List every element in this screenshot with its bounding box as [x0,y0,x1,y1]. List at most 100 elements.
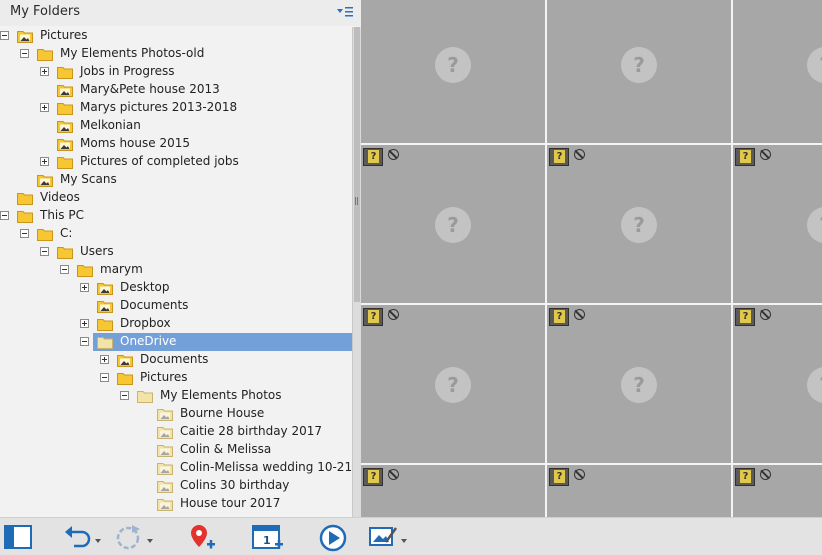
collapse-icon[interactable] [20,49,29,58]
folder-icon [117,371,133,385]
tree-scrollbar-thumb[interactable] [354,27,360,302]
tree-item[interactable]: Colin-Melissa wedding 10-21-... [0,459,352,477]
undo-button[interactable] [62,523,104,551]
missing-media-thumb-icon[interactable] [549,468,569,486]
missing-media-thumb-icon[interactable] [549,308,569,326]
tree-item[interactable]: Colin & Melissa [0,441,352,459]
panel-toggle-button[interactable] [3,523,33,551]
offline-icon [574,149,585,160]
panel-title: My Folders [10,4,80,19]
instant-fix-button[interactable] [368,523,410,551]
tree-item[interactable]: marym [0,261,352,279]
expand-icon[interactable] [100,355,109,364]
tree-item[interactable]: Bourne House [0,405,352,423]
collapse-icon[interactable] [20,229,29,238]
missing-media-thumb-icon[interactable] [363,308,383,326]
collapse-icon[interactable] [80,337,89,346]
tree-item[interactable]: Jobs in Progress [0,63,352,81]
media-thumbnail[interactable] [733,465,822,517]
folder-icon [37,47,53,61]
tree-item[interactable]: Pictures [0,27,352,45]
expand-icon[interactable] [80,319,89,328]
tree-item-label: Documents [140,352,209,366]
rotate-button[interactable] [112,523,156,551]
missing-media-thumb-icon[interactable] [735,308,755,326]
expand-icon[interactable] [40,67,49,76]
tree-item[interactable]: OneDrive [0,333,352,351]
media-thumbnail[interactable]: ? [547,0,731,143]
offline-icon [760,149,771,160]
folder-icon [77,263,93,277]
collapse-icon[interactable] [0,31,9,40]
tree-item[interactable]: Marys pictures 2013-2018 [0,99,352,117]
panel-splitter[interactable] [352,27,361,517]
collapse-icon[interactable] [120,391,129,400]
missing-file-icon: ? [621,367,657,403]
splitter-grip-icon[interactable] [355,197,358,205]
media-thumbnail[interactable]: ? [547,145,731,303]
photo-folder-icon [157,479,173,493]
missing-file-icon: ? [621,47,657,83]
collapse-icon[interactable] [100,373,109,382]
tree-item[interactable]: My Elements Photos [0,387,352,405]
media-thumbnail[interactable] [361,465,545,517]
photo-folder-icon [17,29,33,43]
missing-media-thumb-icon[interactable] [735,468,755,486]
tree-item[interactable]: Caitie 28 birthday 2017 [0,423,352,441]
media-thumbnail[interactable]: ? [361,145,545,303]
tree-item[interactable]: Videos [0,189,352,207]
media-thumbnail[interactable]: ? [361,305,545,463]
missing-media-thumb-icon[interactable] [363,148,383,166]
panel-header: My Folders [0,0,361,26]
media-thumbnail[interactable]: ? [361,0,545,143]
tree-item[interactable]: Desktop [0,279,352,297]
media-thumbnail[interactable]: ? [733,305,822,463]
offline-icon [388,149,399,160]
event-day-badge: 1 [263,534,271,547]
missing-media-thumb-icon[interactable] [735,148,755,166]
collapse-icon[interactable] [40,247,49,256]
tree-item[interactable]: Melkonian [0,117,352,135]
tree-item[interactable]: Dropbox [0,315,352,333]
missing-file-icon: ? [621,207,657,243]
missing-media-thumb-icon[interactable] [363,468,383,486]
add-place-icon [191,525,215,549]
media-thumbnail[interactable]: ? [547,305,731,463]
collapse-icon[interactable] [0,211,9,220]
expand-icon[interactable] [40,103,49,112]
offline-icon [760,469,771,480]
tree-item[interactable]: Moms house 2015 [0,135,352,153]
tree-item[interactable]: Colins 30 birthday [0,477,352,495]
folder-icon [57,101,73,115]
tree-item[interactable]: Documents [0,351,352,369]
tree-item[interactable]: This PC [0,207,352,225]
tree-item[interactable]: My Scans [0,171,352,189]
media-thumbnail[interactable] [547,465,731,517]
media-thumbnail[interactable]: ? [733,145,822,303]
tree-item-label: Melkonian [80,118,141,132]
tree-item[interactable]: Users [0,243,352,261]
collapse-icon[interactable] [60,265,69,274]
slideshow-button[interactable] [318,523,348,552]
thumbnail-grid: ????????? [361,0,822,517]
add-event-button[interactable]: 1 [251,523,285,551]
folder-tree: Pictures My Elements Photos-old Jobs in Pr… [0,27,352,517]
play-icon [319,524,347,552]
add-place-button[interactable] [187,523,217,551]
folder-icon [37,227,53,241]
expand-icon[interactable] [40,157,49,166]
media-thumbnail[interactable]: ? [733,0,822,143]
tree-item[interactable]: Pictures [0,369,352,387]
tree-item[interactable]: Pictures of completed jobs [0,153,352,171]
tree-item[interactable]: Documents [0,297,352,315]
missing-media-thumb-icon[interactable] [549,148,569,166]
tree-item[interactable]: C: [0,225,352,243]
tree-item[interactable]: My Elements Photos-old [0,45,352,63]
tree-item[interactable]: Mary&Pete house 2013 [0,81,352,99]
sort-list-icon[interactable] [336,5,354,19]
tree-item-label: House tour 2017 [180,496,281,510]
undo-dropdown-icon [95,539,101,543]
tree-item[interactable]: House tour 2017 [0,495,352,513]
expand-icon[interactable] [80,283,89,292]
folder-icon [17,191,33,205]
